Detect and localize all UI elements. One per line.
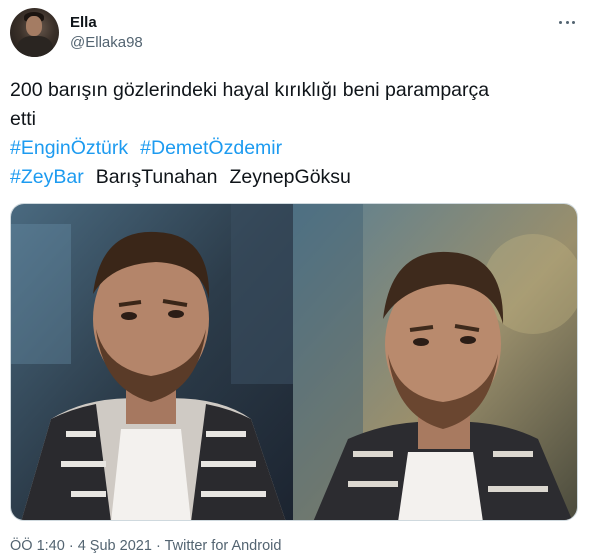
plain-word: ZeynepGöksu xyxy=(229,166,351,188)
hashtag-link[interactable]: #DemetÖzdemir xyxy=(140,137,282,159)
photo-left-image xyxy=(11,204,293,520)
author-name[interactable]: Ella xyxy=(70,14,97,31)
author-handle[interactable]: @Ellaka98 xyxy=(70,34,143,51)
avatar[interactable] xyxy=(10,8,59,57)
photo-left[interactable] xyxy=(11,204,293,520)
tweet-card: Ella @Ellaka98 200 barışın gözlerindeki … xyxy=(0,0,589,555)
tweet-date[interactable]: 4 Şub 2021 xyxy=(78,538,152,554)
hashtag-link[interactable]: #EnginÖztürk xyxy=(10,137,128,159)
media-grid xyxy=(10,203,578,521)
photo-right-image xyxy=(293,204,577,520)
hashtag-row-2: #ZeyBar BarışTunahan ZeynepGöksu xyxy=(10,163,580,192)
avatar-face xyxy=(26,16,42,36)
tweet-text-line-1: 200 barışın gözlerindeki hayal kırıklığı… xyxy=(10,79,490,101)
plain-word: BarışTunahan xyxy=(95,166,218,188)
tweet-time[interactable]: ÖÖ 1:40 xyxy=(10,538,65,554)
separator-dot: · xyxy=(68,538,74,554)
tweet-source[interactable]: Twitter for Android xyxy=(165,538,282,554)
hashtag-row-1: #EnginÖztürk #DemetÖzdemir xyxy=(10,134,580,163)
more-options-icon[interactable] xyxy=(556,11,578,33)
avatar-body xyxy=(17,36,53,57)
tweet-timestamp: ÖÖ 1:40 · 4 Şub 2021 · Twitter for Andro… xyxy=(10,538,281,554)
tweet-text-line-2: etti xyxy=(10,108,37,130)
tweet-text: 200 barışın gözlerindeki hayal kırıklığı… xyxy=(10,76,580,192)
photo-right[interactable] xyxy=(293,204,577,520)
separator-dot: · xyxy=(155,538,161,554)
hashtag-link[interactable]: #ZeyBar xyxy=(10,166,84,188)
